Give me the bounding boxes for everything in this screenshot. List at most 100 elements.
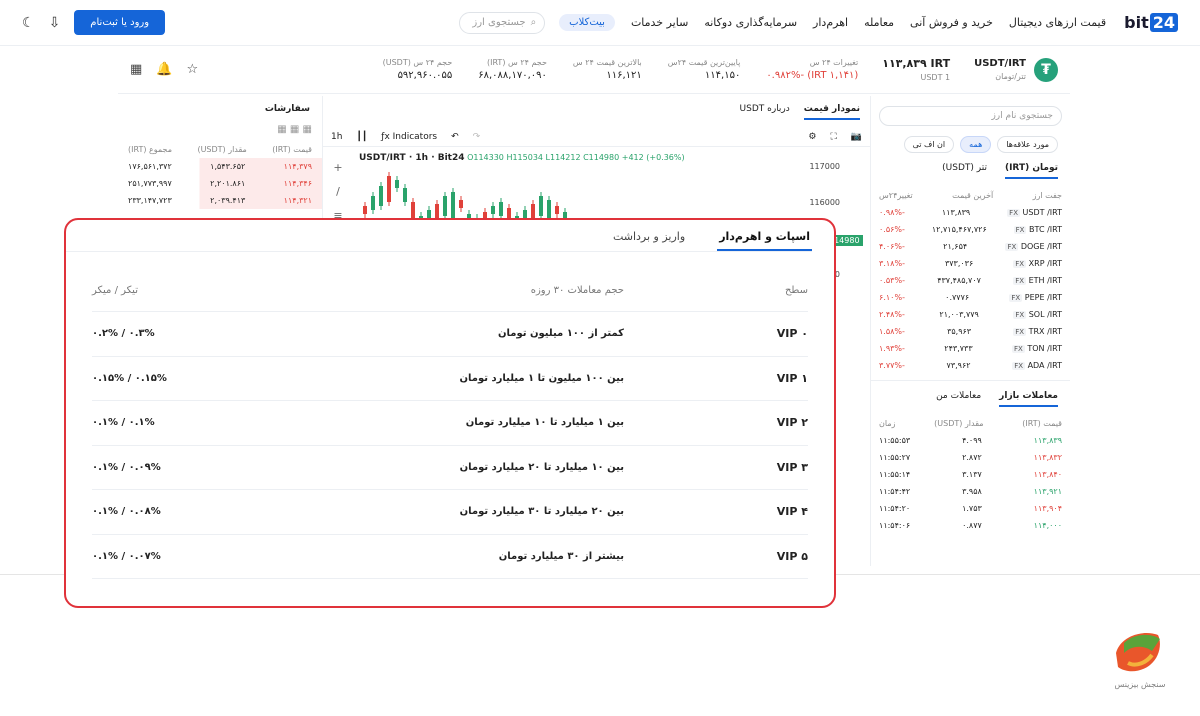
market-row[interactable]: FX PEPE /IRT ۰.۷۷۷۶ -۶.۱۰% [871, 289, 1070, 306]
tab-deposit-withdraw[interactable]: واریز و برداشت [611, 230, 687, 251]
fee-row: VIP ۵ بیشتر از ۳۰ میلیارد تومان ۰.۱% / ۰… [92, 535, 808, 579]
nav-trade[interactable]: معامله [864, 16, 894, 29]
ob-price: ۱۱۴,۳۲۱ [283, 196, 312, 205]
trades-header: قیمت (IRT) مقدار (USDT) زمان [879, 419, 1062, 428]
redo-icon[interactable]: ↷ [473, 132, 481, 142]
candle-body [539, 196, 543, 216]
nav-other-services[interactable]: سایر خدمات [631, 16, 688, 29]
fee-volume: کمتر از ۱۰۰ میلیون تومان [497, 328, 624, 340]
fx-badge: FX [1013, 277, 1027, 285]
market-last-price: ۳۷۳,۰۳۶ [944, 259, 974, 268]
market-row[interactable]: FX DOGE /IRT ۲۱,۶۵۴ -۴.۰۶% [871, 238, 1070, 255]
market-row[interactable]: FX XRP /IRT ۳۷۳,۰۳۶ -۳.۱۸% [871, 255, 1070, 272]
dark-mode-icon[interactable]: ☾ [22, 15, 35, 31]
fee-level: VIP ۱ [776, 371, 808, 385]
tab-spot-leverage[interactable]: اسپات و اهرم‌دار [717, 230, 812, 251]
candle-type-icon[interactable]: ┃┃ [356, 132, 367, 142]
trade-amount: ۳.۹۵۸ [962, 487, 982, 496]
fee-level: VIP ۰ [776, 327, 808, 341]
market-last-price: ۲۴۳,۷۳۳ [944, 344, 973, 353]
fee-table-header: سطح حجم معاملات ۳۰ روزه تیکر / میکر [92, 270, 808, 312]
fx-badge: FX [1005, 243, 1019, 251]
trade-row: ۱۱۳,۸۳۲ ۲.۸۷۲ ۱۱:۵۵:۲۷ [871, 449, 1070, 466]
trade-price: ۱۱۳,۹۰۴ [1033, 504, 1062, 513]
download-app-icon[interactable]: ⇩ [49, 15, 61, 31]
trade-price: ۱۱۴,۰۰۰ [1033, 521, 1062, 530]
trade-price: ۱۱۳,۸۴۰ [1033, 470, 1062, 479]
market-change: -۰.۵۶% [879, 225, 905, 234]
trade-time: ۱۱:۵۴:۰۶ [879, 521, 911, 530]
market-row[interactable]: FX USDT /IRT ۱۱۳,۸۳۹ -۰.۹۸% [871, 204, 1070, 221]
indicators-button[interactable]: ƒx Indicators [381, 132, 437, 142]
market-row[interactable]: FX TON /IRT ۲۴۳,۷۳۳ -۱.۹۳% [871, 340, 1070, 357]
tab-price-chart[interactable]: نمودار قیمت [803, 104, 860, 120]
trades-table: قیمت (IRT) مقدار (USDT) زمان ۱۱۳,۸۳۹ ۴.۰۹۹… [871, 415, 1070, 534]
pair-info-bar: ₮ USDT/IRT تتر/تومان ۱۱۳,۸۳۹ IRT 1 USDT … [118, 46, 1070, 94]
candle-body [531, 204, 535, 218]
orderbook-view-icons[interactable]: ▦ ▦ ▦ [118, 122, 322, 141]
chip-all[interactable]: همه [960, 136, 992, 153]
market-change: -۱.۵۸% [879, 327, 905, 336]
alert-bell-icon[interactable]: 🔔 [156, 62, 172, 77]
pair-price: ۱۱۳,۸۳۹ IRT [882, 57, 951, 70]
market-row[interactable]: FX ADA /IRT ۷۳,۹۶۲ -۳.۷۷% [871, 357, 1070, 374]
login-button[interactable]: ورود یا ثبت‌نام [74, 10, 166, 35]
fee-levels-overlay: اسپات و اهرم‌دار واریز و برداشت سطح حجم … [64, 218, 836, 608]
top-search-input[interactable]: ⌕ جستجوی ارز [459, 11, 546, 34]
bit24-logo[interactable]: bit 24 [1124, 13, 1178, 32]
coin-search-input[interactable]: جستجوی نام ارز [879, 106, 1062, 126]
fee-taker-maker: ۰.۱% / ۰.۰۸% [92, 506, 161, 518]
trendline-icon[interactable]: / [329, 180, 347, 204]
fullscreen-icon[interactable]: ⛶ [830, 132, 836, 142]
fx-badge: FX [1011, 345, 1025, 353]
undo-icon[interactable]: ↶ [451, 132, 459, 142]
orderbook-row[interactable]: ۱۱۴,۳۲۱ ۲,۰۳۹.۴۱۳ ۲۳۳,۱۴۷,۷۲۳ [118, 192, 322, 209]
star-icon[interactable]: ☆ [186, 62, 198, 77]
settings-icon[interactable]: ⚙ [808, 132, 816, 142]
orderbook-row[interactable]: ۱۱۴,۳۷۹ ۱,۵۴۳.۶۵۲ ۱۷۶,۵۶۱,۳۷۲ [118, 158, 322, 175]
market-change: -۴.۰۶% [879, 242, 905, 251]
fee-volume: بیشتر از ۳۰ میلیارد تومان [498, 550, 624, 562]
layout-grid-icon[interactable]: ▦ [130, 62, 142, 77]
market-pair: FX DOGE /IRT [1005, 242, 1062, 251]
crosshair-icon[interactable]: + [329, 156, 347, 180]
fee-row: VIP ۲ بین ۱ میلیارد تا ۱۰ میلیارد تومان … [92, 401, 808, 446]
market-last-price: ۲۱,۰۰۳,۷۷۹ [939, 310, 979, 319]
tab-about-usdt[interactable]: درباره USDT [740, 104, 790, 120]
market-pair: FX ETH /IRT [1013, 276, 1062, 285]
nav-instant-trade[interactable]: خرید و فروش آنی [910, 16, 993, 29]
chip-favorites[interactable]: مورد علاقه‌ها [997, 136, 1058, 153]
pair-symbol[interactable]: USDT/IRT [974, 58, 1026, 69]
market-pair: FX PEPE /IRT [1009, 293, 1062, 302]
tab-irt[interactable]: تومان (IRT) [1004, 163, 1058, 179]
tab-usdt[interactable]: تتر (USDT) [942, 163, 987, 179]
orderbook-row[interactable]: ۱۱۴,۳۴۶ ۲,۲۰۱.۸۶۱ ۲۵۱,۷۷۳,۹۹۷ [118, 175, 322, 192]
pair-subtitle: تتر/تومان [995, 72, 1026, 81]
fee-taker-maker: ۰.۱% / ۰.۰۷% [92, 550, 161, 562]
fee-volume: بین ۱۰۰ میلیون تا ۱ میلیارد تومان [459, 372, 624, 384]
market-row[interactable]: FX TRX /IRT ۳۵,۹۶۳ -۱.۵۸% [871, 323, 1070, 340]
candle-body [387, 176, 391, 202]
trade-row: ۱۱۳,۸۴۰ ۳.۱۳۷ ۱۱:۵۵:۱۴ [871, 466, 1070, 483]
camera-icon[interactable]: 📷 [851, 132, 862, 142]
tab-market-trades[interactable]: معاملات بازار [999, 391, 1058, 407]
fee-table: سطح حجم معاملات ۳۰ روزه تیکر / میکر VIP … [92, 270, 808, 579]
bitclub-badge[interactable]: بیت‌کلاب [559, 14, 615, 31]
orderbook-title[interactable]: سفارشات [118, 96, 322, 122]
fee-volume: بین ۱ میلیارد تا ۱۰ میلیارد تومان [465, 417, 624, 429]
nav-dual-investment[interactable]: سرمایه‌گذاری دوکانه [704, 16, 797, 29]
nav-leverage[interactable]: اهرم‌دار [813, 16, 848, 29]
nav-crypto-prices[interactable]: قیمت ارزهای دیجیتال [1009, 16, 1106, 29]
interval-select[interactable]: 1h [331, 132, 342, 142]
chip-nft[interactable]: ان اف تی [903, 136, 955, 153]
market-row[interactable]: FX ETH /IRT ۴۳۷,۴۸۵,۷۰۷ -۰.۵۳% [871, 272, 1070, 289]
market-change: -۲.۴۸% [879, 310, 905, 319]
trade-row: ۱۱۳,۸۳۹ ۴.۰۹۹ ۱۱:۵۵:۵۳ [871, 432, 1070, 449]
trade-row: ۱۱۳,۹۲۱ ۳.۹۵۸ ۱۱:۵۴:۴۲ [871, 483, 1070, 500]
trade-amount: ۰.۸۷۷ [962, 521, 982, 530]
tab-my-trades[interactable]: معاملات من [936, 391, 981, 407]
market-row[interactable]: FX BTC /IRT ۱۲,۷۱۵,۴۶۷,۷۲۶ -۰.۵۶% [871, 221, 1070, 238]
market-row[interactable]: FX SOL /IRT ۲۱,۰۰۳,۷۷۹ -۲.۴۸% [871, 306, 1070, 323]
chart-tabs: نمودار قیمت درباره USDT [323, 96, 870, 128]
fx-icon: ƒx [381, 132, 393, 142]
